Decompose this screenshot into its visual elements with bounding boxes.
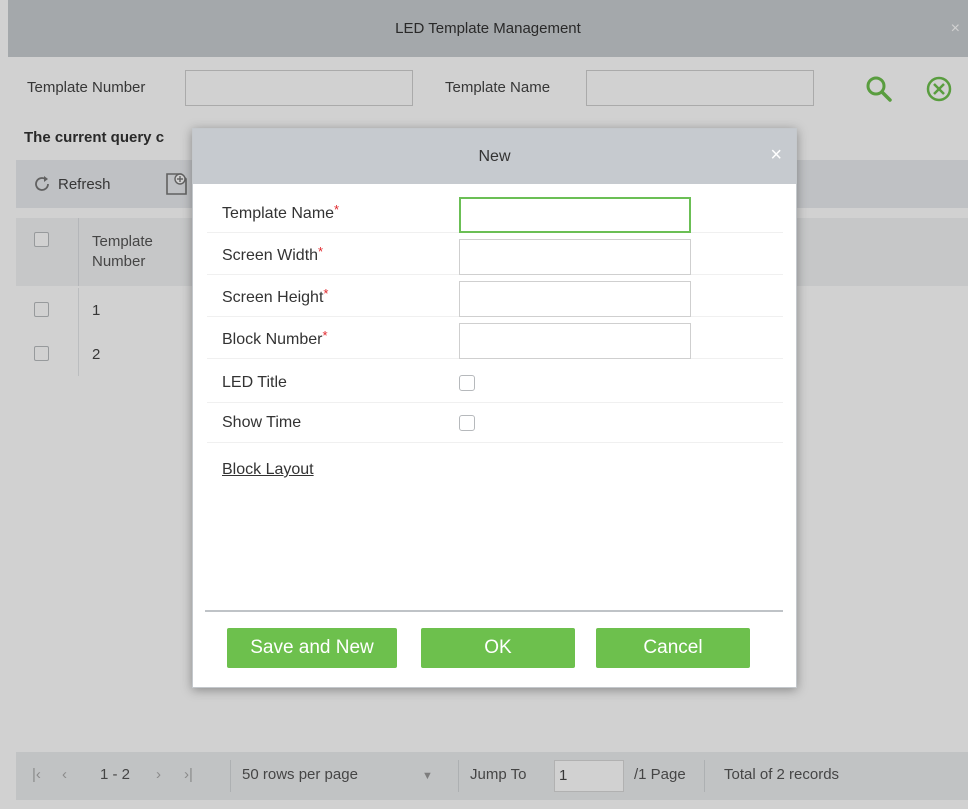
screen-height-field[interactable] — [459, 281, 691, 317]
dialog-close-icon[interactable]: × — [770, 145, 782, 165]
dialog-titlebar: New × — [193, 129, 796, 184]
block-number-label: Block Number — [222, 331, 323, 348]
show-time-label: Show Time — [222, 414, 302, 431]
led-title-checkbox[interactable] — [459, 375, 475, 391]
save-and-new-button[interactable]: Save and New — [227, 628, 397, 668]
block-number-field[interactable] — [459, 323, 691, 359]
required-marker: * — [334, 202, 340, 217]
show-time-checkbox[interactable] — [459, 415, 475, 431]
required-marker: * — [322, 328, 328, 343]
led-title-label: LED Title — [222, 374, 287, 391]
new-template-dialog: New × Template Name* Screen Width* Scree… — [192, 128, 797, 688]
ok-button[interactable]: OK — [421, 628, 575, 668]
cancel-button[interactable]: Cancel — [596, 628, 750, 668]
dialog-title: New — [478, 147, 511, 165]
screen-width-label: Screen Width — [222, 247, 319, 264]
form-row-led-title: LED Title — [207, 363, 783, 403]
template-name-label: Template Name — [222, 205, 335, 222]
screen-height-label: Screen Height — [222, 289, 324, 306]
form-row-screen-height: Screen Height* — [207, 275, 783, 317]
required-marker: * — [318, 244, 324, 259]
required-marker: * — [323, 286, 329, 301]
screen-width-field[interactable] — [459, 239, 691, 275]
block-layout-link[interactable]: Block Layout — [222, 461, 314, 479]
form-row-template-name: Template Name* — [207, 191, 783, 233]
form-row-block-number: Block Number* — [207, 317, 783, 359]
dialog-divider — [205, 610, 783, 612]
form-row-screen-width: Screen Width* — [207, 233, 783, 275]
form-row-show-time: Show Time — [207, 403, 783, 443]
template-name-field[interactable] — [459, 197, 691, 233]
